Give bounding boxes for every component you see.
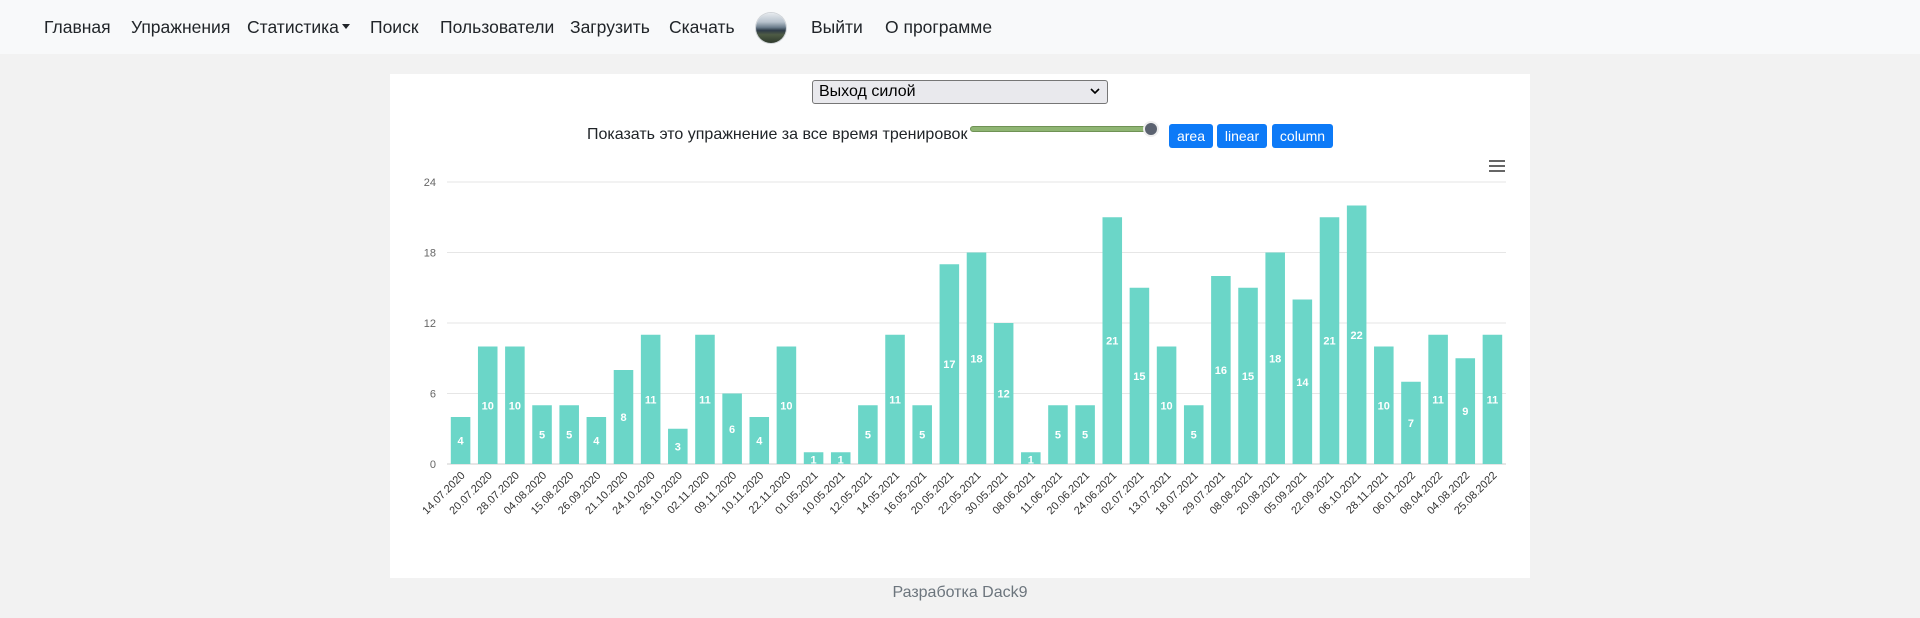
bar-data-label: 11	[1487, 394, 1499, 406]
bar-data-label: 15	[1133, 371, 1145, 383]
bar-data-label: 6	[729, 424, 735, 436]
bar-data-label: 5	[539, 430, 545, 442]
nav-exercises[interactable]: Упражнения	[131, 17, 230, 37]
nav-users[interactable]: Пользователи	[440, 17, 554, 37]
bar-data-label: 9	[1462, 406, 1468, 418]
bar-data-label: 5	[865, 430, 871, 442]
bar-data-label: 7	[1408, 418, 1414, 430]
bar-data-label: 10	[1378, 400, 1390, 412]
bar-data-label: 5	[566, 430, 572, 442]
y-tick-label: 24	[424, 177, 436, 189]
y-tick-label: 18	[424, 248, 436, 260]
bar-data-label: 15	[1242, 371, 1254, 383]
y-tick-label: 0	[430, 459, 436, 471]
nav-download[interactable]: Скачать	[669, 17, 735, 37]
bar-data-label: 18	[970, 353, 982, 365]
bar-chart: 06121824 410 105 5 481131164101 1511517 18121…	[420, 177, 1506, 517]
chart-panel: Выход силой Показать это упражнение за в…	[390, 74, 1530, 578]
nav-search[interactable]: Поиск	[370, 17, 419, 37]
nav-upload[interactable]: Загрузить	[570, 17, 650, 37]
bar-data-label: 10	[1160, 400, 1172, 412]
bar-data-label: 16	[1215, 365, 1227, 377]
bar-data-label: 10	[780, 400, 792, 412]
bar-data-label: 4	[593, 436, 600, 448]
bar-data-label: 11	[889, 394, 901, 406]
bar-data-label: 22	[1351, 330, 1363, 342]
bar-data-label: 1	[811, 454, 817, 466]
bar-data-label: 5	[1082, 430, 1088, 442]
bar-data-label: 21	[1323, 336, 1335, 348]
bar-data-label: 5	[919, 430, 925, 442]
bar-data-label: 11	[1432, 394, 1444, 406]
y-tick-label: 12	[424, 318, 436, 330]
bar-data-label: 4	[458, 436, 465, 448]
bar-data-label: 12	[998, 389, 1010, 401]
bar-data-label: 17	[943, 359, 955, 371]
bar-data-label: 10	[509, 400, 521, 412]
nav-home[interactable]: Главная	[44, 17, 111, 37]
bar-data-label: 14	[1296, 377, 1309, 389]
bar-data-label: 4	[756, 436, 763, 448]
bar-data-label: 5	[1055, 430, 1061, 442]
nav-statistics-dropdown[interactable]: Статистика	[247, 17, 350, 37]
bar-data-label: 21	[1106, 336, 1118, 348]
y-tick-label: 6	[430, 389, 436, 401]
bar-data-label: 11	[645, 394, 657, 406]
nav-logout[interactable]: Выйти	[811, 17, 863, 37]
footer-credit: Разработка Dack9	[892, 584, 1028, 601]
bar-data-label: 1	[838, 454, 844, 466]
bar-data-label: 1	[1028, 454, 1034, 466]
nav-about[interactable]: О программе	[885, 17, 992, 37]
bar-data-label: 8	[620, 412, 626, 424]
nav-statistics-label: Статистика	[247, 17, 339, 37]
bar-data-label: 11	[699, 394, 711, 406]
bar-data-label: 3	[675, 441, 681, 453]
bar-data-label: 5	[1191, 430, 1197, 442]
avatar-icon[interactable]	[756, 13, 786, 43]
bar-data-label: 10	[482, 400, 494, 412]
caret-down-icon	[341, 24, 350, 29]
top-navbar: Главная Упражнения Статистика Поиск Поль…	[0, 0, 1920, 54]
bar-data-label: 18	[1269, 353, 1281, 365]
